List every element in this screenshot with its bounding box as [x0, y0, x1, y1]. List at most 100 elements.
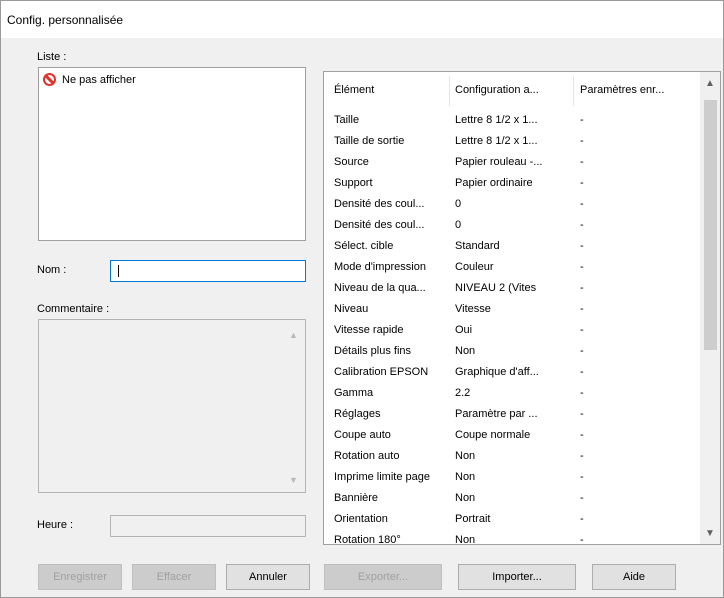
table-row[interactable]: Source Papier rouleau -... -	[324, 152, 700, 173]
table-cell: Réglages	[334, 408, 381, 420]
table-cell: -	[580, 114, 584, 126]
time-label: Heure :	[37, 519, 74, 531]
comment-label: Commentaire :	[37, 303, 110, 315]
table-row[interactable]: Niveau de la qua... NIVEAU 2 (Vites -	[324, 278, 700, 299]
table-cell: -	[580, 240, 584, 252]
table-row[interactable]: Vitesse rapide Oui -	[324, 320, 700, 341]
table-cell: Papier ordinaire	[455, 177, 533, 189]
table-cell: Taille	[334, 114, 360, 126]
table-cell: Rotation 180°	[334, 534, 401, 545]
table-cell: Taille de sortie	[334, 135, 405, 147]
table-cell: Non	[455, 534, 476, 545]
table-row[interactable]: Mode d'impression Couleur -	[324, 257, 700, 278]
table-row[interactable]: Niveau Vitesse -	[324, 299, 700, 320]
scroll-up-icon: ▲	[289, 330, 298, 340]
table-cell: Mode d'impression	[334, 261, 426, 273]
table-header: Élément Configuration a... Paramètres en…	[324, 72, 700, 110]
table-row[interactable]: Réglages Paramètre par ... -	[324, 404, 700, 425]
table-cell: -	[580, 429, 584, 441]
table-scrollbar[interactable]: ▲ ▼	[700, 72, 720, 544]
column-header-saved[interactable]: Paramètres enr...	[580, 84, 664, 96]
table-row[interactable]: Coupe auto Coupe normale -	[324, 425, 700, 446]
table-cell: Niveau de la qua...	[334, 282, 426, 294]
list-item[interactable]: Ne pas afficher	[43, 73, 136, 86]
settings-table[interactable]: Élément Configuration a... Paramètres en…	[323, 71, 721, 545]
table-cell: -	[580, 408, 584, 420]
table-row[interactable]: Détails plus fins Non -	[324, 341, 700, 362]
table-cell: Densité des coul...	[334, 219, 425, 231]
table-cell: Lettre 8 1/2 x 1...	[455, 135, 538, 147]
table-cell: -	[580, 135, 584, 147]
table-cell: Gamma	[334, 387, 374, 399]
table-cell: Non	[455, 345, 476, 357]
table-cell: Paramètre par ...	[455, 408, 538, 420]
table-cell: Détails plus fins	[334, 345, 412, 357]
table-cell: Orientation	[334, 513, 388, 525]
import-button[interactable]: Importer...	[458, 564, 576, 590]
table-row[interactable]: Gamma 2.2 -	[324, 383, 700, 404]
table-cell: Lettre 8 1/2 x 1...	[455, 114, 538, 126]
table-row[interactable]: Bannière Non -	[324, 488, 700, 509]
list-label: Liste :	[37, 51, 67, 63]
table-cell: Standard	[455, 240, 500, 252]
table-cell: Coupe auto	[334, 429, 391, 441]
table-cell: 0	[455, 219, 462, 231]
table-cell: Non	[455, 450, 476, 462]
table-row[interactable]: Imprime limite page Non -	[324, 467, 700, 488]
column-divider[interactable]	[449, 76, 450, 106]
scroll-down-icon[interactable]: ▼	[705, 528, 715, 539]
save-button[interactable]: Enregistrer	[38, 564, 122, 590]
table-cell: Imprime limite page	[334, 471, 430, 483]
table-row[interactable]: Rotation 180° Non -	[324, 530, 700, 545]
table-cell: -	[580, 345, 584, 357]
table-cell: Densité des coul...	[334, 198, 425, 210]
table-cell: Source	[334, 156, 369, 168]
table-row[interactable]: Densité des coul... 0 -	[324, 215, 700, 236]
export-button[interactable]: Exporter...	[324, 564, 442, 590]
table-row[interactable]: Rotation auto Non -	[324, 446, 700, 467]
table-cell: -	[580, 156, 584, 168]
table-cell: Niveau	[334, 303, 369, 315]
table-row[interactable]: Calibration EPSON Graphique d'aff... -	[324, 362, 700, 383]
column-header-element[interactable]: Élément	[334, 84, 374, 96]
table-cell: Oui	[455, 324, 473, 336]
scrollbar-thumb[interactable]	[704, 100, 717, 350]
table-cell: -	[580, 513, 584, 525]
table-cell: Graphique d'aff...	[455, 366, 539, 378]
table-cell: Support	[334, 177, 373, 189]
table-cell: Portrait	[455, 513, 491, 525]
table-row[interactable]: Densité des coul... 0 -	[324, 194, 700, 215]
help-button[interactable]: Aide	[592, 564, 676, 590]
table-cell: Bannière	[334, 492, 379, 504]
list-item-label: Ne pas afficher	[62, 73, 136, 86]
name-input[interactable]	[110, 260, 306, 282]
table-cell: -	[580, 450, 584, 462]
delete-button[interactable]: Effacer	[132, 564, 216, 590]
table-cell: -	[580, 261, 584, 273]
table-cell: -	[580, 492, 584, 504]
table-row[interactable]: Sélect. cible Standard -	[324, 236, 700, 257]
table-cell: -	[580, 282, 584, 294]
time-input	[110, 515, 306, 537]
table-row[interactable]: Support Papier ordinaire -	[324, 173, 700, 194]
column-divider[interactable]	[573, 76, 574, 106]
table-cell: -	[580, 177, 584, 189]
table-cell: NIVEAU 2 (Vites	[455, 282, 537, 294]
dialog-title: Config. personnalisée	[7, 13, 124, 27]
table-row[interactable]: Taille de sortie Lettre 8 1/2 x 1... -	[324, 131, 700, 152]
table-row[interactable]: Taille Lettre 8 1/2 x 1... -	[324, 110, 700, 131]
table-cell: -	[580, 198, 584, 210]
table-cell: Couleur	[455, 261, 494, 273]
text-caret	[118, 265, 119, 277]
table-cell: Rotation auto	[334, 450, 400, 462]
column-header-config[interactable]: Configuration a...	[455, 84, 539, 96]
settings-listbox[interactable]: Ne pas afficher	[38, 67, 306, 241]
cancel-button[interactable]: Annuler	[226, 564, 310, 590]
table-cell: 0	[455, 198, 462, 210]
table-cell: Non	[455, 492, 476, 504]
table-row[interactable]: Orientation Portrait -	[324, 509, 700, 530]
scroll-up-icon[interactable]: ▲	[705, 78, 715, 89]
name-label: Nom :	[37, 264, 67, 276]
table-cell: Calibration EPSON	[334, 366, 429, 378]
table-cell: -	[580, 471, 584, 483]
